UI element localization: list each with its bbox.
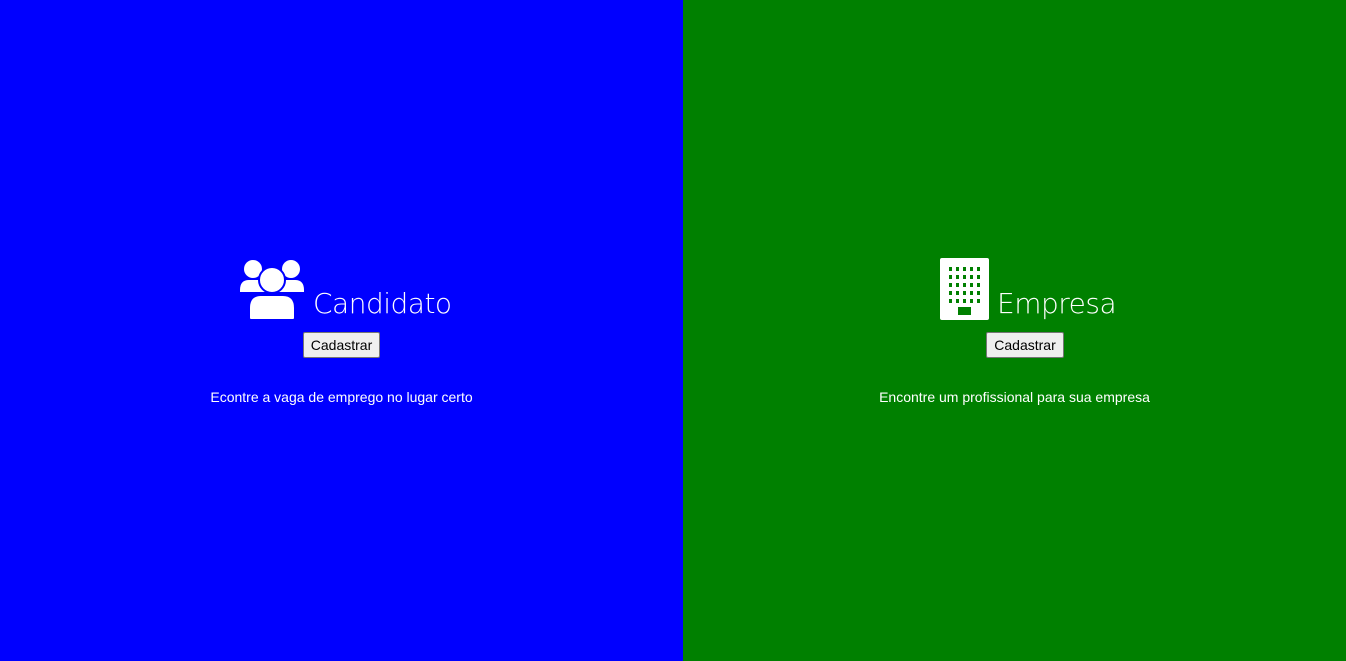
company-title: Empresa	[997, 287, 1117, 320]
candidate-tagline: Econtre a vaga de emprego no lugar certo	[210, 389, 473, 405]
candidate-panel: Candidato Cadastrar Econtre a vaga de em…	[0, 0, 683, 661]
company-heading: Empresa	[940, 258, 1117, 320]
candidate-title: Candidato	[313, 287, 452, 320]
company-register-button[interactable]: Cadastrar	[986, 332, 1064, 358]
split-layout: Candidato Cadastrar Econtre a vaga de em…	[0, 0, 1346, 661]
building-icon	[940, 258, 989, 320]
people-group-icon	[240, 260, 304, 320]
company-tagline: Encontre um profissional para sua empres…	[879, 389, 1150, 405]
company-panel: Empresa Cadastrar Encontre um profission…	[683, 0, 1346, 661]
candidate-heading: Candidato	[239, 258, 452, 320]
candidate-register-button[interactable]: Cadastrar	[303, 332, 380, 358]
